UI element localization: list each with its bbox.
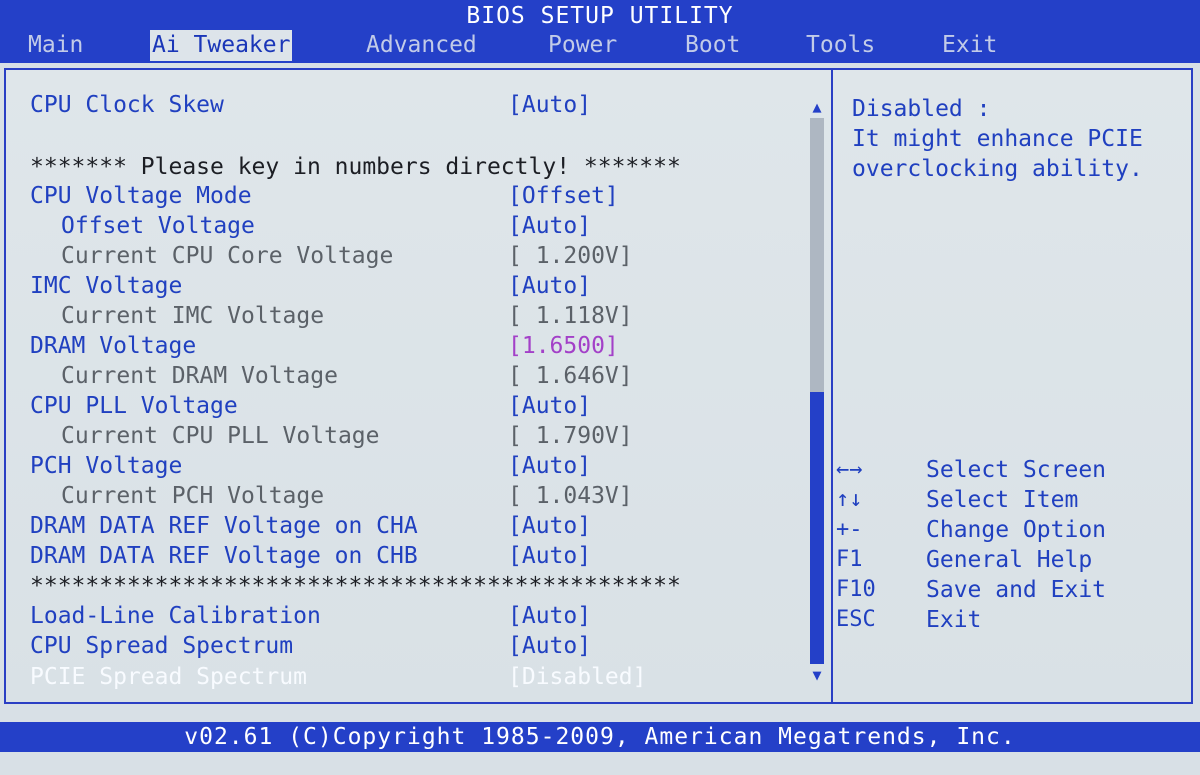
setting-label: PCIE Spread Spectrum: [30, 664, 307, 690]
tab-main[interactable]: Main: [26, 30, 85, 61]
setting-label: Offset Voltage: [61, 213, 255, 239]
key-desc-exit: Exit: [926, 607, 982, 633]
setting-dram-data-ref-cha[interactable]: DRAM DATA REF Voltage on CHA [Auto]: [30, 512, 591, 540]
readout-label: Current CPU PLL Voltage: [61, 423, 380, 449]
setting-pcie-spread-spectrum[interactable]: PCIE Spread Spectrum [Disabled]: [30, 663, 646, 691]
tab-exit[interactable]: Exit: [940, 30, 999, 61]
setting-value: [Auto]: [508, 513, 592, 539]
setting-value: [Auto]: [508, 393, 592, 419]
tab-tools[interactable]: Tools: [804, 30, 877, 61]
setting-value: [Offset]: [508, 183, 619, 209]
setting-value: [Auto]: [508, 213, 592, 239]
setting-label: Load-Line Calibration: [30, 603, 321, 629]
setting-label: CPU PLL Voltage: [30, 393, 238, 419]
key-desc-select-item: Select Item: [926, 487, 1079, 513]
readout-label: Current DRAM Voltage: [61, 363, 338, 389]
panel-divider: [831, 70, 833, 702]
key-desc-general-help: General Help: [926, 547, 1093, 573]
key-desc-select-screen: Select Screen: [926, 457, 1107, 483]
setting-label: DRAM DATA REF Voltage on CHB: [30, 543, 418, 569]
tab-ai-tweaker[interactable]: Ai Tweaker: [150, 30, 293, 61]
readout-label: Current IMC Voltage: [61, 303, 325, 329]
setting-label: DRAM DATA REF Voltage on CHA: [30, 513, 418, 539]
readout-label: Current PCH Voltage: [61, 483, 325, 509]
setting-value: [Auto]: [508, 92, 592, 118]
key-desc-save-and-exit: Save and Exit: [926, 577, 1107, 603]
readout-current-cpu-pll-voltage: Current CPU PLL Voltage [ 1.790V]: [30, 422, 633, 450]
setting-label: DRAM Voltage: [30, 333, 197, 359]
copyright-footer: v02.61 (C)Copyright 1985-2009, American …: [0, 722, 1200, 752]
separator-banner: ****************************************…: [30, 573, 681, 599]
readout-value: [ 1.118V]: [508, 303, 633, 329]
readout-value: [ 1.646V]: [508, 363, 633, 389]
setting-label: CPU Voltage Mode: [30, 183, 252, 209]
scroll-up-arrow-icon[interactable]: ▲: [807, 98, 827, 116]
scroll-down-arrow-icon[interactable]: ▼: [807, 666, 827, 684]
readout-current-dram-voltage: Current DRAM Voltage [ 1.646V]: [30, 362, 633, 390]
readout-current-imc-voltage: Current IMC Voltage [ 1.118V]: [30, 302, 633, 330]
readout-label: Current CPU Core Voltage: [61, 243, 394, 269]
setting-offset-voltage[interactable]: Offset Voltage [Auto]: [30, 212, 591, 240]
key-desc-change-option: Change Option: [926, 517, 1107, 543]
settings-frame: CPU Clock Skew [Auto] ******* Please key…: [4, 68, 1193, 704]
help-text: Disabled : It might enhance PCIE overclo…: [852, 96, 1143, 182]
setting-cpu-spread-spectrum[interactable]: CPU Spread Spectrum [Auto]: [30, 632, 591, 660]
readout-value: [ 1.200V]: [508, 243, 633, 269]
key-plus-minus: +-: [836, 517, 863, 542]
setting-label: PCH Voltage: [30, 453, 183, 479]
setting-load-line-calibration[interactable]: Load-Line Calibration [Auto]: [30, 602, 591, 630]
tab-boot[interactable]: Boot: [683, 30, 742, 61]
key-up-down-icon: ↑↓: [836, 487, 863, 512]
notice-banner: ******* Please key in numbers directly! …: [30, 154, 681, 180]
setting-value: [Auto]: [508, 453, 592, 479]
readout-current-pch-voltage: Current PCH Voltage [ 1.043V]: [30, 482, 633, 510]
setting-value: [Disabled]: [508, 664, 647, 690]
setting-value: [Auto]: [508, 633, 592, 659]
key-f10: F10: [836, 577, 876, 602]
setting-cpu-voltage-mode[interactable]: CPU Voltage Mode [Offset]: [30, 182, 619, 210]
setting-imc-voltage[interactable]: IMC Voltage [Auto]: [30, 272, 591, 300]
setting-dram-voltage[interactable]: DRAM Voltage [1.6500]: [30, 332, 619, 360]
setting-value: [1.6500]: [508, 333, 619, 359]
readout-current-cpu-core-voltage: Current CPU Core Voltage [ 1.200V]: [30, 242, 633, 270]
key-f1: F1: [836, 547, 863, 572]
setting-cpu-pll-voltage[interactable]: CPU PLL Voltage [Auto]: [30, 392, 591, 420]
setting-pch-voltage[interactable]: PCH Voltage [Auto]: [30, 452, 591, 480]
tab-advanced[interactable]: Advanced: [364, 30, 479, 61]
setting-value: [Auto]: [508, 603, 592, 629]
setting-dram-data-ref-chb[interactable]: DRAM DATA REF Voltage on CHB [Auto]: [30, 542, 591, 570]
setting-value: [Auto]: [508, 273, 592, 299]
settings-scrollbar[interactable]: ▲ ▼: [807, 92, 827, 684]
tab-power[interactable]: Power: [546, 30, 619, 61]
setting-label: CPU Clock Skew: [30, 92, 224, 118]
readout-value: [ 1.043V]: [508, 483, 633, 509]
key-left-right-icon: ←→: [836, 457, 863, 482]
menu-bar: Main Ai Tweaker Advanced Power Boot Tool…: [0, 30, 1200, 63]
readout-value: [ 1.790V]: [508, 423, 633, 449]
setting-value: [Auto]: [508, 543, 592, 569]
scroll-thumb[interactable]: [810, 392, 824, 664]
key-esc: ESC: [836, 607, 876, 632]
setting-label: IMC Voltage: [30, 273, 183, 299]
setting-label: CPU Spread Spectrum: [30, 633, 294, 659]
setting-cpu-clock-skew[interactable]: CPU Clock Skew [Auto]: [30, 91, 591, 119]
bios-title: BIOS SETUP UTILITY: [0, 0, 1200, 30]
